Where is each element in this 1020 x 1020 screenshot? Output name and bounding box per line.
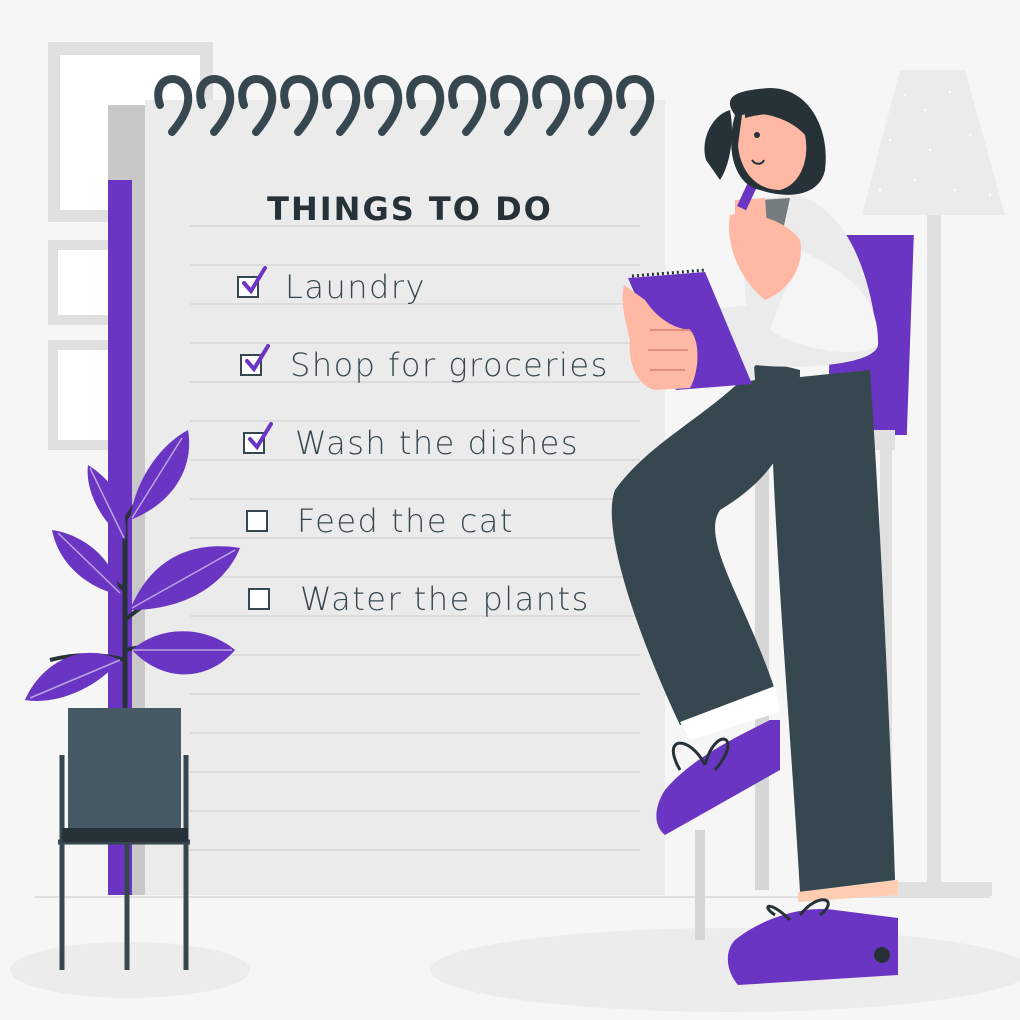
todo-item-groceries[interactable]: Shop for groceries: [240, 344, 609, 384]
checkmark-icon: [242, 266, 267, 295]
todo-label: Wash the dishes: [295, 424, 580, 462]
todo-label: Water the plants: [300, 580, 590, 618]
checkbox-unchecked[interactable]: [246, 510, 268, 532]
todo-label: Laundry: [285, 268, 426, 306]
checkmark-icon: [245, 344, 270, 373]
page-title: THINGS TO DO: [267, 190, 553, 228]
floor-shadow-left: [10, 942, 250, 998]
todo-item-water-plants[interactable]: Water the plants: [248, 580, 590, 618]
checkbox-checked[interactable]: [237, 266, 267, 298]
todo-item-feed-cat[interactable]: Feed the cat: [246, 502, 514, 540]
checkmark-icon: [248, 422, 273, 451]
checkbox-checked[interactable]: [243, 422, 273, 454]
todo-label: Shop for groceries: [290, 346, 609, 384]
checkbox-checked[interactable]: [240, 344, 270, 376]
todo-label: Feed the cat: [297, 502, 514, 540]
checkbox-unchecked[interactable]: [248, 588, 270, 610]
todo-item-laundry[interactable]: Laundry: [237, 266, 426, 306]
todo-item-dishes[interactable]: Wash the dishes: [243, 422, 580, 462]
floor-shadow-right: [430, 928, 1020, 1012]
